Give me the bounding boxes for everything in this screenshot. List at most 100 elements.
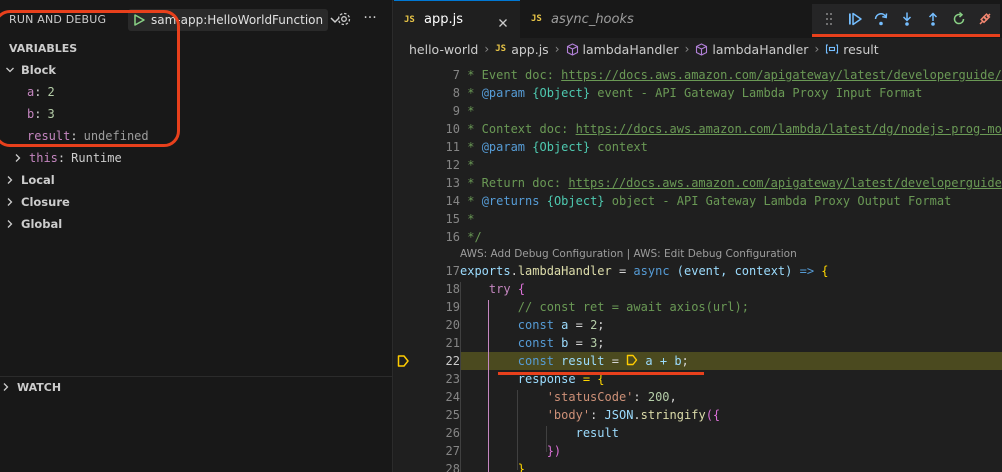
line-number: 20 xyxy=(445,318,460,332)
disconnect-icon[interactable] xyxy=(976,10,994,28)
chevron-right-icon xyxy=(4,174,16,186)
chevron-right-icon: › xyxy=(484,42,490,56)
javascript-file-icon: JS xyxy=(495,44,507,54)
code-line: 25 'body': JSON.stringify({ xyxy=(394,406,1002,424)
code-line: 26 result xyxy=(394,424,1002,442)
code-line: 19 // const ret = await axios(url); xyxy=(394,298,1002,316)
scope-local[interactable]: Local xyxy=(0,169,393,191)
doc-link[interactable]: https://docs.aws.amazon.com/lambda/lates… xyxy=(576,122,1002,136)
line-number: 8 xyxy=(452,86,460,100)
line-number: 15 xyxy=(445,212,460,226)
code-line: 15 * xyxy=(394,210,1002,228)
line-number: 11 xyxy=(445,140,460,154)
variable-separator: : xyxy=(57,151,66,165)
line-number: 19 xyxy=(445,300,460,314)
code-line: 12 * xyxy=(394,156,1002,174)
editor-tab-bar: JS app.js JS async_hooks xyxy=(394,0,1002,38)
cube-icon xyxy=(695,42,708,56)
chevron-right-icon: › xyxy=(814,42,820,56)
variable-this[interactable]: this: Runtime xyxy=(0,147,393,169)
code-line: 11 * @param {Object} context xyxy=(394,138,1002,156)
code-line: 8 * @param {Object} event - API Gateway … xyxy=(394,84,1002,102)
chevron-right-icon xyxy=(4,196,16,208)
tab-app-js[interactable]: JS app.js xyxy=(394,0,520,38)
scope-label: Local xyxy=(21,173,55,187)
codelens-aws-debug-config[interactable]: AWS: Add Debug Configuration | AWS: Edit… xyxy=(460,246,797,262)
step-into-icon[interactable] xyxy=(898,10,916,28)
cube-icon xyxy=(566,42,579,56)
breadcrumb-symbol[interactable]: lambdaHandler xyxy=(583,42,679,57)
line-number: 24 xyxy=(445,390,460,404)
line-number: 12 xyxy=(445,158,460,172)
inline-breakpoint-icon[interactable] xyxy=(626,353,638,366)
continue-icon[interactable] xyxy=(846,10,864,28)
chevron-right-icon: › xyxy=(554,42,560,56)
tab-label: app.js xyxy=(424,12,463,27)
code-line: 18 try { xyxy=(394,280,1002,298)
chevron-right-icon xyxy=(4,218,16,230)
restart-icon[interactable] xyxy=(950,10,968,28)
debug-toolbar xyxy=(812,4,1000,34)
watch-section-header[interactable]: WATCH xyxy=(0,376,393,398)
doc-link[interactable]: https://docs.aws.amazon.com/apigateway/l… xyxy=(561,68,1002,82)
doc-link[interactable]: https://docs.aws.amazon.com/apigateway/l… xyxy=(568,176,1001,190)
annotation-underline xyxy=(498,372,704,375)
code-line: 20 const a = 2; xyxy=(394,316,1002,334)
chevron-right-icon xyxy=(0,381,12,393)
annotation-underline xyxy=(812,34,1000,37)
variable-name: this xyxy=(29,151,58,165)
scope-label: Closure xyxy=(21,195,70,209)
tab-label: async_hooks xyxy=(551,11,634,27)
breadcrumb-file[interactable]: app.js xyxy=(511,42,549,57)
line-number: 10 xyxy=(445,122,460,136)
editor-area: JS app.js JS async_hooks hello-world › J… xyxy=(394,0,1002,472)
javascript-file-icon: JS xyxy=(531,14,542,24)
annotation-highlight xyxy=(0,10,180,147)
line-number: 27 xyxy=(445,444,460,458)
line-number: 26 xyxy=(445,426,460,440)
code-line: 10 * Context doc: https://docs.aws.amazo… xyxy=(394,120,1002,138)
line-number: 7 xyxy=(452,68,460,82)
code-line: 27 }) xyxy=(394,442,1002,460)
code-line: 9 * xyxy=(394,102,1002,120)
step-over-icon[interactable] xyxy=(872,10,890,28)
line-number: 16 xyxy=(445,230,460,244)
line-number: 13 xyxy=(445,176,460,190)
chevron-right-icon xyxy=(12,152,24,164)
code-line: 13 * Return doc: https://docs.aws.amazon… xyxy=(394,174,1002,192)
line-number: 28 xyxy=(445,462,460,472)
step-out-icon[interactable] xyxy=(924,10,942,28)
close-icon[interactable] xyxy=(497,14,509,27)
line-number: 23 xyxy=(445,372,460,386)
variable-value: Runtime xyxy=(71,151,122,165)
scope-closure[interactable]: Closure xyxy=(0,191,393,213)
code-editor[interactable]: 7 * Event doc: https://docs.aws.amazon.c… xyxy=(394,58,1002,472)
code-line: 16 */ xyxy=(394,228,1002,246)
scope-global[interactable]: Global xyxy=(0,213,393,235)
gear-icon[interactable] xyxy=(336,11,352,27)
code-line: 17 exports.lambdaHandler = async (event, … xyxy=(394,262,1002,280)
line-number: 14 xyxy=(445,194,460,208)
code-line: 14 * @returns {Object} object - API Gate… xyxy=(394,192,1002,210)
drag-handle-icon[interactable] xyxy=(820,10,838,28)
code-line: 28 } xyxy=(394,460,1002,472)
chevron-right-icon: › xyxy=(684,42,690,56)
line-number: 17 xyxy=(445,264,460,278)
more-actions-icon[interactable]: ··· xyxy=(362,11,378,27)
watch-section-title: WATCH xyxy=(17,380,62,394)
breadcrumb-folder[interactable]: hello-world xyxy=(409,42,478,57)
breadcrumb: hello-world › JS app.js › lambdaHandler … xyxy=(394,38,1002,60)
code-line: 7 * Event doc: https://docs.aws.amazon.c… xyxy=(394,66,1002,84)
line-number: 21 xyxy=(445,336,460,350)
line-number: 18 xyxy=(445,282,460,296)
javascript-file-icon: JS xyxy=(404,14,415,25)
line-number: 9 xyxy=(452,104,460,118)
code-line-current: 22 const result = a + b; xyxy=(394,352,1002,370)
line-number: 25 xyxy=(445,408,460,422)
tab-async-hooks[interactable]: JS async_hooks xyxy=(521,0,647,38)
code-line: 24 'statusCode': 200, xyxy=(394,388,1002,406)
breadcrumb-symbol[interactable]: result xyxy=(843,42,878,57)
breadcrumb-symbol[interactable]: lambdaHandler xyxy=(712,42,808,57)
scope-label: Global xyxy=(21,217,63,231)
code-line: 21 const b = 3; xyxy=(394,334,1002,352)
